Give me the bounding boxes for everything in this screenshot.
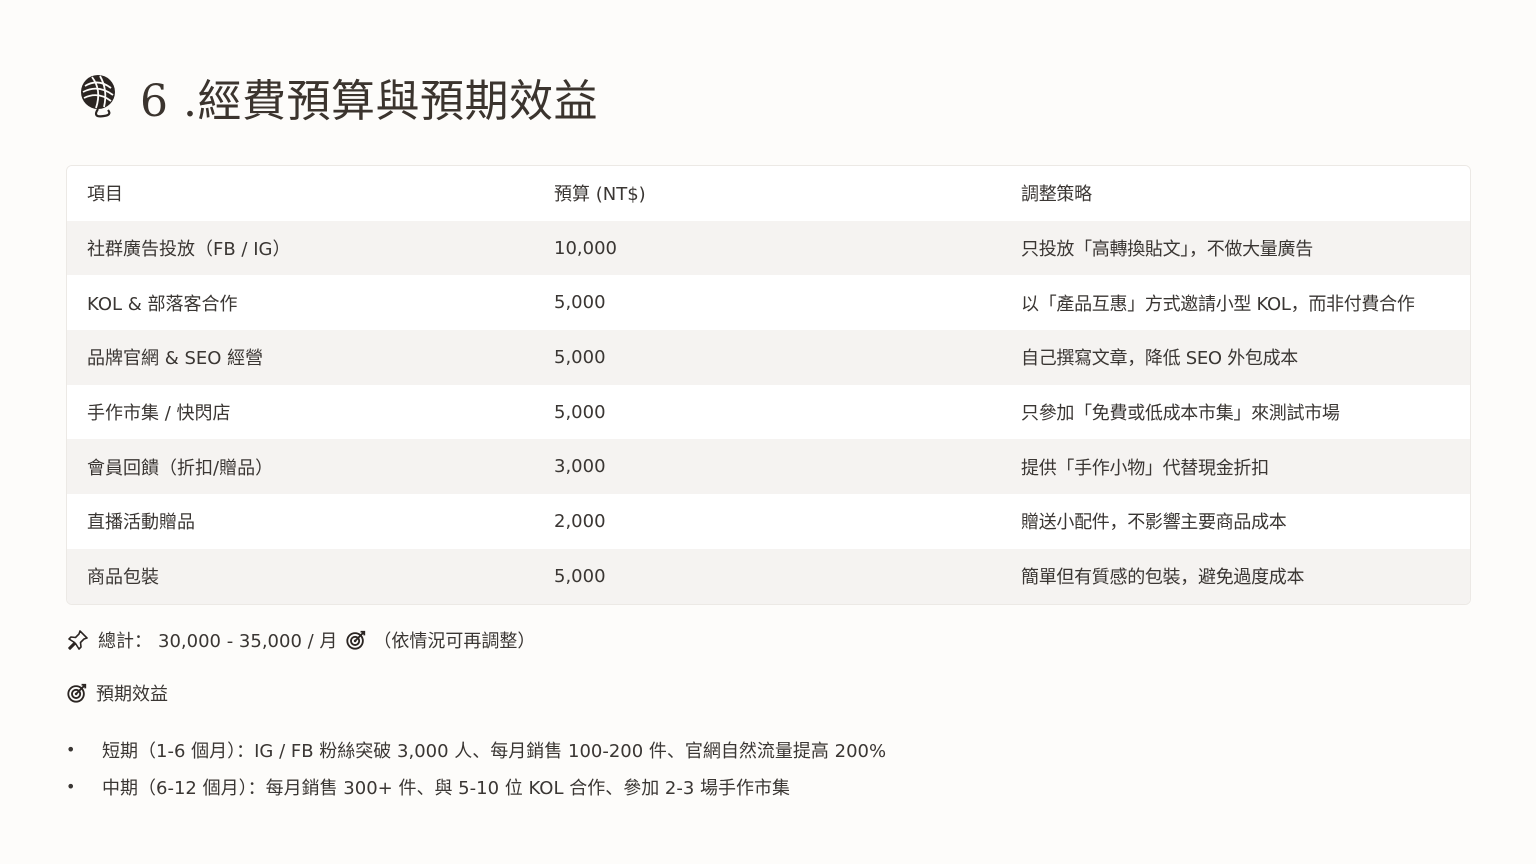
cell-item: 手作市集 / 快閃店	[87, 403, 231, 425]
table-row: 直播活動贈品 2,000 贈送小配件，不影響主要商品成本	[67, 494, 1470, 549]
total-label: 總計：	[98, 631, 152, 652]
cell-budget: 3,000	[554, 456, 606, 478]
list-item: • 短期（1-6 個月）：IG / FB 粉絲突破 3,000 人、每月銷售 1…	[66, 731, 886, 768]
total-note: （依情況可再調整）	[373, 631, 536, 652]
table-header-row: 項目 預算 (NT$) 調整策略	[67, 166, 1470, 221]
column-header-budget: 預算 (NT$)	[554, 184, 646, 206]
cell-budget: 5,000	[554, 565, 606, 587]
column-header-item: 項目	[87, 184, 123, 206]
column-header-strategy: 調整策略	[1021, 184, 1092, 206]
cell-item: 品牌官網 & SEO 經營	[87, 348, 264, 370]
pushpin-icon	[66, 628, 90, 652]
cell-budget: 10,000	[554, 237, 617, 259]
cell-strategy: 自己撰寫文章，降低 SEO 外包成本	[1021, 348, 1299, 370]
cell-strategy: 只參加「免費或低成本市集」來測試市場	[1021, 403, 1340, 425]
total-line: 總計： 30,000 - 35,000 / 月 （依情況可再調整）	[66, 626, 535, 654]
bullet: •	[66, 740, 76, 759]
cell-strategy: 提供「手作小物」代替現金折扣	[1021, 457, 1269, 479]
table-row: 社群廣告投放（FB / IG） 10,000 只投放「高轉換貼文」，不做大量廣告	[67, 220, 1470, 276]
cell-strategy: 贈送小配件，不影響主要商品成本	[1021, 512, 1287, 534]
table-row: 商品包裝 5,000 簡單但有質感的包裝，避免過度成本	[67, 548, 1470, 604]
target-icon	[345, 629, 367, 651]
page-title: 6 .經費預算與預期效益	[140, 76, 598, 127]
cell-item: KOL & 部落客合作	[87, 293, 238, 315]
budget-table: 項目 預算 (NT$) 調整策略 社群廣告投放（FB / IG） 10,000 …	[66, 165, 1471, 605]
cell-budget: 5,000	[554, 292, 606, 314]
cell-item: 直播活動贈品	[87, 512, 195, 534]
cell-strategy: 以「產品互惠」方式邀請小型 KOL，而非付費合作	[1021, 293, 1415, 315]
bullet: •	[66, 777, 76, 796]
cell-budget: 5,000	[554, 401, 606, 423]
table-row: 品牌官網 & SEO 經營 5,000 自己撰寫文章，降低 SEO 外包成本	[67, 330, 1470, 385]
target-icon	[66, 682, 88, 704]
title-row: 6 .經費預算與預期效益	[76, 64, 598, 130]
table-row: KOL & 部落客合作 5,000 以「產品互惠」方式邀請小型 KOL，而非付費…	[67, 275, 1470, 330]
yarn-ball-icon	[76, 70, 140, 124]
benefits-list: • 短期（1-6 個月）：IG / FB 粉絲突破 3,000 人、每月銷售 1…	[66, 731, 886, 805]
total-value: 30,000 - 35,000 / 月	[158, 631, 338, 652]
benefits-heading: 預期效益	[96, 684, 168, 705]
benefit-mid-term: 中期（6-12 個月）：每月銷售 300+ 件、與 5-10 位 KOL 合作、…	[102, 777, 791, 799]
cell-strategy: 簡單但有質感的包裝，避免過度成本	[1021, 567, 1305, 589]
cell-strategy: 只投放「高轉換貼文」，不做大量廣告	[1021, 239, 1313, 261]
table-row: 會員回饋（折扣/贈品） 3,000 提供「手作小物」代替現金折扣	[67, 439, 1470, 495]
cell-item: 會員回饋（折扣/贈品）	[87, 457, 274, 479]
table-row: 手作市集 / 快閃店 5,000 只參加「免費或低成本市集」來測試市場	[67, 385, 1470, 440]
benefits-heading-row: 預期效益	[66, 679, 168, 707]
cell-budget: 5,000	[554, 346, 606, 368]
benefit-short-term: 短期（1-6 個月）：IG / FB 粉絲突破 3,000 人、每月銷售 100…	[102, 740, 887, 762]
cell-item: 商品包裝	[87, 567, 159, 589]
list-item: • 中期（6-12 個月）：每月銷售 300+ 件、與 5-10 位 KOL 合…	[66, 768, 886, 805]
cell-budget: 2,000	[554, 510, 606, 532]
cell-item: 社群廣告投放（FB / IG）	[87, 239, 291, 261]
